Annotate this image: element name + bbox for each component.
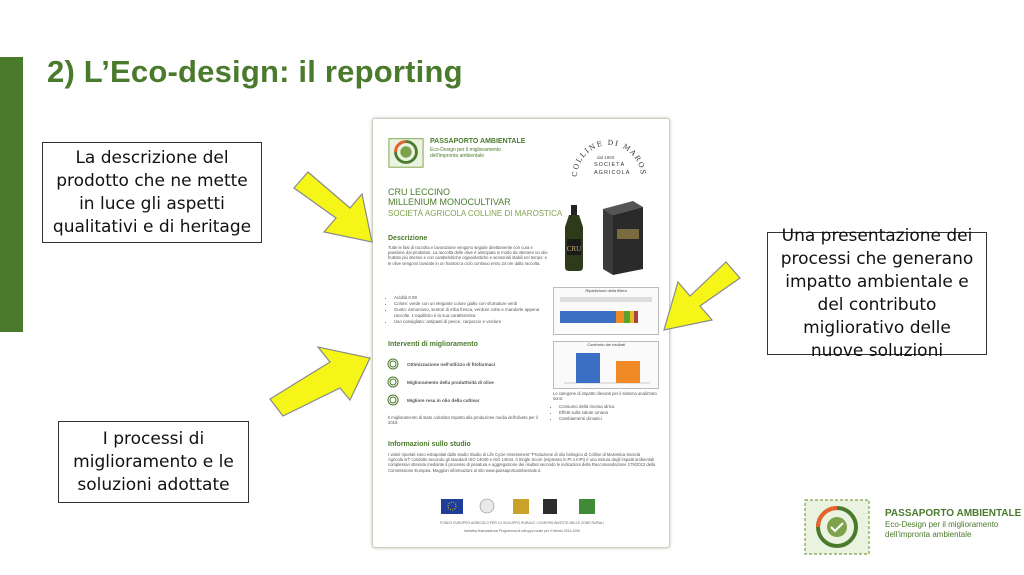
brand-title: PASSAPORTO AMBIENTALE: [430, 138, 526, 145]
callout-text: La descrizione del prodotto che ne mette…: [52, 147, 252, 237]
interventi-heading: Interventi di miglioramento: [388, 341, 478, 348]
corner-logo-title: PASSAPORTO AMBIENTALE: [885, 508, 1022, 519]
intervention-label: Miglioramento della produttività di oliv…: [407, 379, 494, 385]
intervention-item: Ottimizzazione nell'utilizzo di fitofarm…: [387, 357, 547, 371]
producer-name: SOCIETÀ AGRICOLA COLLINE DI MAROSTICA: [388, 209, 563, 218]
arrow-top-left: [293, 171, 373, 243]
arrow-right: [663, 261, 741, 331]
callout-impact-presentation: Una presentazione dei processi che gener…: [767, 226, 987, 361]
fingerprint-icon: [387, 358, 399, 370]
callout-improvement-processes: I processi di miglioramento e le soluzio…: [58, 421, 249, 503]
list-item: Gusto: armonioso, sentori di erba fresca…: [394, 307, 554, 319]
categorie-intro: Le categorie di impatto rilevanti per il…: [553, 391, 657, 402]
corner-logo-subtitle: Eco-Design per il miglioramento dell'imp…: [885, 520, 999, 539]
bottle-label: CRU: [567, 245, 581, 253]
environmental-passport-document: PASSAPORTO AMBIENTALE Eco-Design per il …: [372, 118, 670, 548]
results-comparison-chart: Confronto dei risultati: [553, 341, 659, 389]
product-line2: MILLENIUM MONOCULTIVAR: [388, 197, 511, 207]
supply-chain-chart: Ripartizione della filiera: [553, 287, 659, 335]
descrizione-text: Tutte le fasi di raccolta e lavorazione …: [388, 245, 548, 266]
left-accent-bar: [0, 57, 23, 332]
intervention-item: Migliore resa in olio della cultivar: [387, 393, 547, 407]
intervention-item: Miglioramento della produttività di oliv…: [387, 375, 547, 389]
arrow-bottom-left: [269, 346, 371, 417]
comparison-bar-graphic: [564, 353, 650, 384]
fingerprint-icon: [387, 376, 399, 388]
descrizione-heading: Descrizione: [388, 235, 428, 242]
list-item: Uso consigliato: antipasti di pesce, car…: [394, 319, 554, 325]
oil-bottle-image: CRU: [565, 205, 583, 271]
fingerprint-icon: [387, 394, 399, 406]
stacked-bar-graphic: [560, 297, 652, 323]
footer-eu-text: FONDO EUROPEO AGRICOLO PER LO SVILUPPO R…: [440, 521, 604, 525]
footer-funding-text: Iniziativa finanziata dal Programma di s…: [463, 529, 581, 533]
producer-logo: COLLINE DI MAROSTICA dal 1960 SOCIETÀ AG…: [559, 121, 655, 189]
product-name: CRU LECCINO MILLENIUM MONOCULTIVAR: [388, 187, 511, 207]
passport-logo-icon: [804, 499, 870, 555]
producer-logo-line2: SOCIETÀ: [594, 162, 626, 168]
partner-logos: [441, 498, 595, 514]
product-features-list: Acidità 0.08 Colore: verde con un elegan…: [388, 295, 554, 325]
info-text: I valori riportati sono estrapolati dall…: [388, 452, 656, 473]
gift-box-image: [603, 201, 643, 275]
passport-badge-icon: [388, 138, 424, 168]
callout-text: Una presentazione dei processi che gener…: [780, 225, 974, 361]
slide-title: 2) L’Eco-design: il reporting: [47, 54, 463, 89]
intervention-label: Migliore resa in olio della cultivar: [407, 397, 480, 403]
producer-logo-line3: AGRICOLA: [594, 170, 631, 176]
info-heading: Informazioni sullo studio: [388, 441, 471, 448]
product-line1: CRU LECCINO: [388, 187, 451, 197]
producer-logo-line1: dal 1960: [597, 155, 615, 160]
intervention-label: Ottimizzazione nell'utilizzo di fitofarm…: [407, 361, 496, 367]
interventi-note: Il miglioramento di stato calcolato risp…: [388, 415, 538, 426]
impact-categories-list: Consumo della risorsa idrica Effetti sul…: [553, 404, 663, 422]
brand-subtitle: Eco-Design per il miglioramento dell'imp…: [430, 147, 501, 159]
callout-product-description: La descrizione del prodotto che ne mette…: [42, 142, 262, 243]
callout-text: I processi di miglioramento e le soluzio…: [73, 428, 234, 495]
list-item: Cambiamenti climatici: [559, 416, 663, 422]
